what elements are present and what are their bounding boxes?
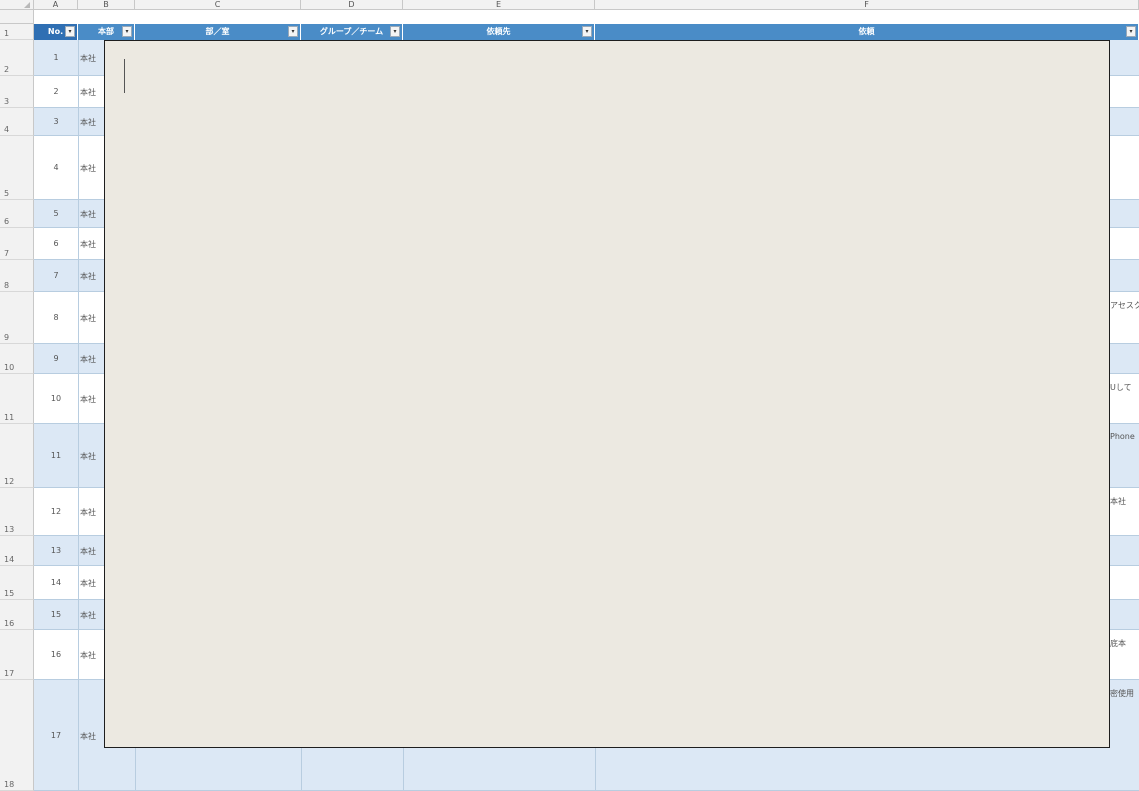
row-header[interactable]: 11 <box>0 374 34 424</box>
column-header-d[interactable]: D <box>301 0 403 10</box>
row-header[interactable]: 14 <box>0 536 34 566</box>
filter-dropdown-icon[interactable]: ▾ <box>122 26 132 37</box>
row-header[interactable]: 15 <box>0 566 34 600</box>
cell-no[interactable]: 15 <box>34 610 78 619</box>
cell-department[interactable]: 本社 <box>80 313 106 324</box>
header-e: 依頼先 ▾ <box>403 24 595 40</box>
header-e-label: 依頼先 <box>486 27 511 36</box>
cell-department[interactable]: 本社 <box>80 117 106 128</box>
cell-department[interactable]: 本社 <box>80 271 106 282</box>
cell-department[interactable]: 本社 <box>80 394 106 405</box>
select-all-corner[interactable] <box>0 0 34 10</box>
cell-no[interactable]: 7 <box>34 271 78 280</box>
filter-dropdown-icon[interactable]: ▾ <box>582 26 592 37</box>
cell-no[interactable]: 5 <box>34 209 78 218</box>
cell-no[interactable]: 10 <box>34 394 78 403</box>
filter-dropdown-icon[interactable]: ▾ <box>390 26 400 37</box>
cell-department[interactable]: 本社 <box>80 610 106 621</box>
header-f-label: 依頼 <box>858 27 875 36</box>
row-header[interactable]: 4 <box>0 108 34 136</box>
column-header-b[interactable]: B <box>78 0 135 10</box>
cell-no[interactable]: 17 <box>34 731 78 740</box>
cell-department[interactable]: 本社 <box>80 209 106 220</box>
row-header[interactable]: 17 <box>0 630 34 680</box>
row-header[interactable]: 12 <box>0 424 34 488</box>
cell-department[interactable]: 本社 <box>80 451 106 462</box>
row-header-spacer <box>0 10 34 24</box>
row-header[interactable]: 18 <box>0 680 34 791</box>
header-no: No. ▾ <box>34 24 78 40</box>
cell-no[interactable]: 2 <box>34 87 78 96</box>
column-header-a[interactable]: A <box>34 0 78 10</box>
row-header[interactable]: 9 <box>0 292 34 344</box>
cell-department[interactable]: 本社 <box>80 163 106 174</box>
filter-dropdown-icon[interactable]: ▾ <box>65 26 75 37</box>
column-header-f[interactable]: F <box>595 0 1139 10</box>
row-header[interactable]: 13 <box>0 488 34 536</box>
cell-department[interactable]: 本社 <box>80 239 106 250</box>
row-header[interactable]: 6 <box>0 200 34 228</box>
text-caret <box>124 59 125 93</box>
row-header[interactable]: 5 <box>0 136 34 200</box>
cell-request[interactable]: アセスク <box>1110 300 1139 311</box>
cell-request[interactable]: Phone <box>1110 432 1139 441</box>
column-header-e[interactable]: E <box>403 0 595 10</box>
cell-no[interactable]: 11 <box>34 451 78 460</box>
row-header[interactable]: 2 <box>0 40 34 76</box>
header-b-label: 本部 <box>98 27 114 36</box>
cell-department[interactable]: 本社 <box>80 650 106 661</box>
column-header-c[interactable]: C <box>135 0 301 10</box>
row-header[interactable]: 3 <box>0 76 34 108</box>
row-header[interactable]: 1 <box>0 24 34 40</box>
cell-no[interactable]: 14 <box>34 578 78 587</box>
cell-request[interactable]: 底本 <box>1110 638 1139 649</box>
spreadsheet: A B C D E F 1 No. ▾ 本部 ▾ 部／室 ▾ グループ／チーム … <box>0 0 1139 791</box>
row-header[interactable]: 8 <box>0 260 34 292</box>
cell-no[interactable]: 1 <box>34 53 78 62</box>
cell-department[interactable]: 本社 <box>80 731 106 742</box>
column-divider <box>78 40 79 791</box>
cell-no[interactable]: 8 <box>34 313 78 322</box>
cell-request[interactable]: Uして <box>1110 382 1139 393</box>
filter-dropdown-icon[interactable]: ▾ <box>288 26 298 37</box>
cell-request[interactable]: 本社 <box>1110 496 1139 507</box>
cell-no[interactable]: 6 <box>34 239 78 248</box>
cell-no[interactable]: 3 <box>34 117 78 126</box>
row-header[interactable]: 7 <box>0 228 34 260</box>
header-c: 部／室 ▾ <box>135 24 301 40</box>
header-d-label: グループ／チーム <box>319 27 384 36</box>
cell-request[interactable]: 密使用 <box>1110 688 1139 699</box>
cell-no[interactable]: 16 <box>34 650 78 659</box>
cell-department[interactable]: 本社 <box>80 507 106 518</box>
header-f: 依頼 ▾ <box>595 24 1139 40</box>
cell-no[interactable]: 13 <box>34 546 78 555</box>
header-b: 本部 ▾ <box>78 24 135 40</box>
cell-department[interactable]: 本社 <box>80 546 106 557</box>
header-c-label: 部／室 <box>205 27 230 36</box>
header-no-label: No. <box>47 27 64 36</box>
cell-department[interactable]: 本社 <box>80 53 106 64</box>
cell-department[interactable]: 本社 <box>80 87 106 98</box>
filter-dropdown-icon[interactable]: ▾ <box>1126 26 1136 37</box>
cell-no[interactable]: 4 <box>34 163 78 172</box>
cell-no[interactable]: 12 <box>34 507 78 516</box>
cell-no[interactable]: 9 <box>34 354 78 363</box>
row-header[interactable]: 10 <box>0 344 34 374</box>
cell-department[interactable]: 本社 <box>80 578 106 589</box>
select-all-icon <box>24 2 30 8</box>
row-header[interactable]: 16 <box>0 600 34 630</box>
cell-department[interactable]: 本社 <box>80 354 106 365</box>
header-d: グループ／チーム ▾ <box>301 24 403 40</box>
text-box-editor[interactable] <box>104 40 1110 748</box>
